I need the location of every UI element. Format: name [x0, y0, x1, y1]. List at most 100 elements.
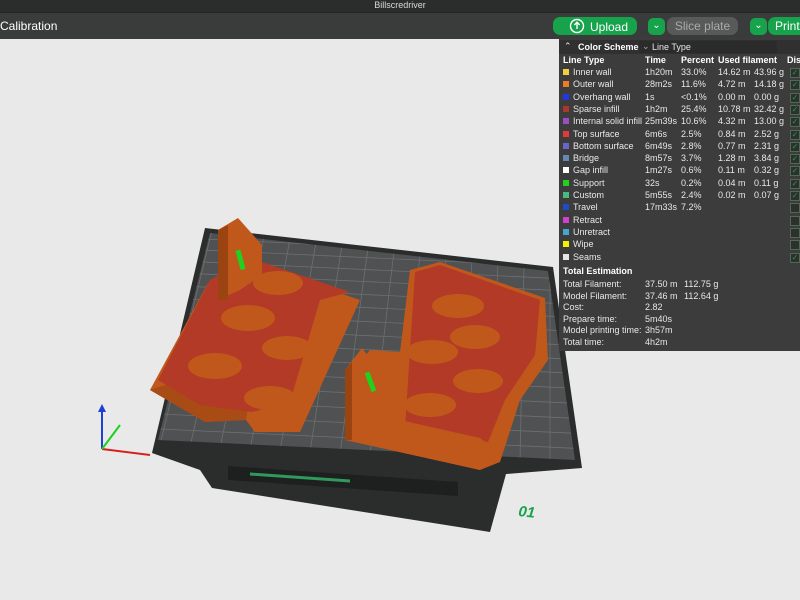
display-checkbox[interactable]: ✓	[790, 104, 800, 115]
legend-row-name: Gap infill	[573, 165, 609, 176]
estimation-item: Total time: 4h2m	[559, 337, 800, 349]
slice-dropdown-button[interactable]: ⌄	[648, 18, 665, 35]
legend-swatch	[563, 155, 569, 162]
collapse-icon[interactable]: ⌃	[564, 41, 572, 52]
legend-row-name: Retract	[573, 214, 603, 225]
legend-row[interactable]: Bridge 8m57s 3.7% 1.28 m 3.84 g ✓	[559, 153, 800, 165]
legend-row-weight: 43.96 g	[754, 67, 785, 77]
legend-row-time: 28m2s	[645, 79, 673, 90]
display-checkbox[interactable]: ✓	[790, 154, 800, 165]
estimation-value-2: 112.64 g	[684, 290, 719, 301]
display-checkbox[interactable]	[790, 227, 800, 238]
legend-row[interactable]: Internal solid infill 25m39s 10.6% 4.32 m 13…	[559, 116, 800, 128]
axes-gizmo	[98, 404, 151, 456]
legend-row-percent: <0.1%	[681, 91, 707, 102]
display-checkbox[interactable]: ✓	[790, 141, 800, 152]
legend-row-length: 0.84 m	[718, 128, 746, 139]
slice-plate-label: Slice plate	[674, 19, 731, 33]
legend-row-percent: 25.4%	[681, 103, 707, 114]
legend-row[interactable]: Bottom surface 6m49s 2.8% 0.77 m 2.31 g ✓	[559, 141, 800, 153]
window-titlebar: Billscredriver	[0, 0, 800, 12]
display-checkbox[interactable]: ✓	[790, 129, 800, 140]
display-checkbox[interactable]: ✓	[790, 166, 800, 177]
estimation-item: Prepare time: 5m40s	[559, 314, 800, 326]
legend-row-weight: 0.11 g	[754, 177, 779, 188]
legend-row[interactable]: Gap infill 1m27s 0.6% 0.11 m 0.32 g ✓	[559, 165, 800, 177]
estimation-value-2: 112.75 g	[684, 279, 719, 289]
print-button[interactable]: Print	[768, 17, 800, 35]
tab-calibration[interactable]: Calibration	[0, 19, 57, 33]
legend-row-length: 4.72 m	[718, 79, 746, 90]
display-checkbox[interactable]: ✓	[790, 178, 800, 189]
print-dropdown-button[interactable]: ⌄	[750, 18, 767, 35]
legend-row-weight: 2.31 g	[754, 140, 780, 151]
legend-row[interactable]: Unretract	[559, 227, 800, 239]
legend-swatch	[563, 204, 569, 211]
legend-swatch	[563, 228, 569, 235]
legend-row-weight: 14.18 g	[754, 79, 785, 90]
legend-row-percent: 3.7%	[681, 153, 702, 164]
legend-row-name: Travel	[573, 202, 598, 213]
legend-row[interactable]: Retract	[559, 215, 800, 227]
estimation-value: 37.46 m	[645, 290, 678, 301]
display-checkbox[interactable]: ✓	[790, 117, 800, 128]
display-checkbox[interactable]: ✓	[790, 80, 800, 91]
legend-row-weight: 2.52 g	[754, 128, 780, 139]
legend-row-weight: 0.32 g	[754, 165, 780, 176]
legend-row[interactable]: Support 32s 0.2% 0.04 m 0.11 g ✓	[559, 178, 800, 190]
legend-row-name: Overhang wall	[573, 91, 631, 102]
legend-row-name: Support	[573, 177, 605, 188]
legend-row[interactable]: Wipe	[559, 239, 800, 251]
scheme-select-value: Line Type	[652, 42, 691, 52]
legend-row[interactable]: Inner wall 1h20m 33.0% 14.62 m 43.96 g ✓	[559, 67, 800, 79]
legend-swatch	[563, 142, 569, 149]
display-checkbox[interactable]: ✓	[790, 191, 800, 201]
legend-row-time: 1h2m	[645, 103, 668, 114]
display-checkbox[interactable]: ✓	[790, 252, 800, 263]
legend-row-length: 0.04 m	[718, 177, 746, 188]
display-checkbox[interactable]	[790, 215, 800, 226]
top-toolbar: Calibration Upload ⌄ Slice plate ⌄ Print	[0, 12, 800, 39]
estimation-item: Model Filament: 37.46 m 112.64 g	[559, 291, 800, 303]
legend-row-time: 17m33s	[645, 202, 678, 213]
legend-row-name: Custom	[573, 190, 605, 200]
col-used-filament: Used filament	[718, 55, 778, 65]
legend-row-percent: 0.6%	[681, 165, 702, 176]
legend-row-time: 1m27s	[645, 165, 673, 176]
legend-row[interactable]: Seams ✓	[559, 252, 800, 264]
estimation-item: Model printing time: 3h57m	[559, 325, 800, 337]
legend-row-length: 0.00 m	[718, 91, 746, 102]
legend-row[interactable]: Travel 17m33s 7.2%	[559, 202, 800, 214]
legend-row-percent: 33.0%	[681, 67, 707, 77]
estimation-label: Total Filament:	[563, 279, 622, 289]
slice-plate-button[interactable]: Slice plate	[667, 17, 738, 35]
upload-button[interactable]: Upload	[553, 17, 637, 35]
plate-number: 01	[518, 503, 536, 522]
upload-icon	[569, 18, 585, 34]
legend-swatch	[563, 241, 569, 248]
estimation-value: 37.50 m	[645, 279, 678, 289]
legend-row-time: 6m49s	[645, 140, 673, 151]
legend-row[interactable]: Sparse infill 1h2m 25.4% 10.78 m 32.42 g ✓	[559, 104, 800, 116]
legend-row-length: 1.28 m	[718, 153, 746, 164]
legend-row[interactable]: Overhang wall 1s <0.1% 0.00 m 0.00 g ✓	[559, 92, 800, 104]
legend-row-time: 1s	[645, 91, 655, 102]
legend-row-percent: 10.6%	[681, 116, 707, 127]
display-checkbox[interactable]: ✓	[790, 92, 800, 103]
print-label: Print	[775, 19, 800, 33]
legend-row[interactable]: Outer wall 28m2s 11.6% 4.72 m 14.18 g ✓	[559, 79, 800, 91]
legend-row[interactable]: Top surface 6m6s 2.5% 0.84 m 2.52 g ✓	[559, 129, 800, 141]
scheme-select[interactable]: ⌄ Line Type	[639, 41, 777, 53]
legend-row-weight: 0.07 g	[754, 190, 780, 200]
display-checkbox[interactable]: ✓	[790, 68, 800, 78]
display-checkbox[interactable]	[790, 240, 800, 251]
legend-row-time: 5m55s	[645, 190, 673, 200]
legend-row[interactable]: Custom 5m55s 2.4% 0.02 m 0.07 g ✓	[559, 190, 800, 202]
legend-row-name: Top surface	[573, 128, 620, 139]
display-checkbox[interactable]	[790, 203, 800, 214]
legend-row-weight: 3.84 g	[754, 153, 780, 164]
estimation-label: Prepare time:	[563, 313, 618, 324]
legend-row-length: 0.77 m	[718, 140, 746, 151]
legend-row-time: 6m6s	[645, 128, 668, 139]
legend-swatch	[563, 105, 569, 112]
